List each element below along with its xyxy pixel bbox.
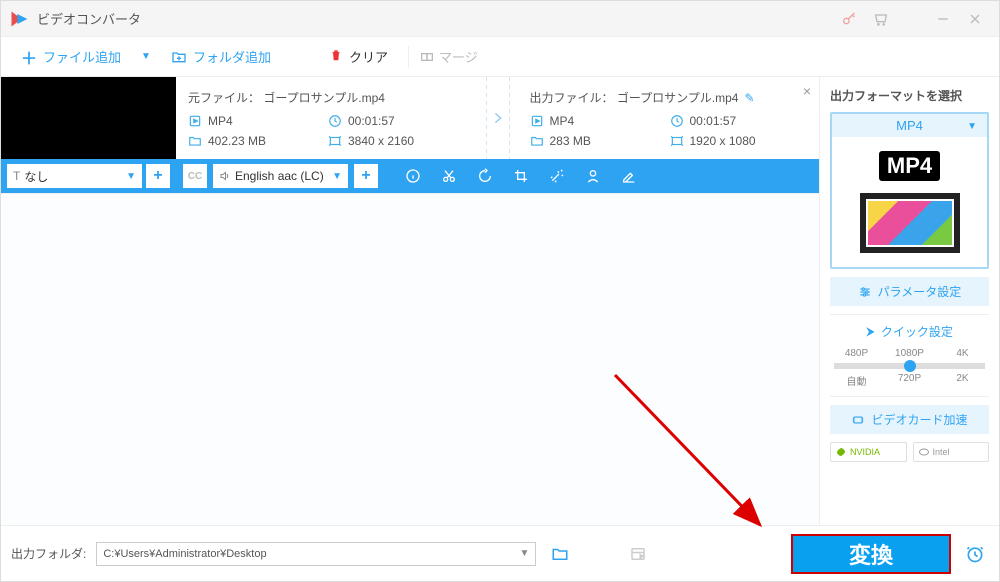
schedule-button[interactable] — [961, 540, 989, 568]
titlebar: ビデオコンバータ — [1, 1, 999, 37]
arrow-divider — [478, 77, 518, 159]
info-icon[interactable] — [398, 161, 428, 191]
add-audio-button[interactable]: + — [354, 164, 378, 188]
gpu-accel-button[interactable]: ビデオカード加速 — [830, 405, 989, 434]
add-file-button[interactable]: ＋ ファイル追加 — [11, 41, 131, 73]
close-button[interactable] — [959, 3, 991, 35]
resolution-slider[interactable]: 480P 1080P 4K 自動 720P 2K — [830, 348, 989, 388]
format-selector[interactable]: MP4▼ MP4 — [830, 112, 989, 269]
add-subtitle-button[interactable]: + — [146, 164, 170, 188]
separator — [408, 46, 409, 68]
file-list: 元ファイル： ゴープロサンプル.mp4 MP4 00:01:57 402.23 … — [1, 77, 819, 525]
merge-button: マージ — [419, 47, 478, 66]
format-preview: MP4 — [832, 137, 987, 267]
output-info: × 出力ファイル： ゴープロサンプル.mp4✎ MP4 00:01:57 283… — [518, 77, 820, 159]
intel-chip: Intel — [913, 442, 990, 462]
output-folder-input[interactable]: C:¥Users¥Administrator¥Desktop ▼ — [96, 542, 536, 566]
nvidia-chip: NVIDIA — [830, 442, 907, 462]
parameter-settings-button[interactable]: パラメータ設定 — [830, 277, 989, 306]
clear-button[interactable]: クリア — [319, 43, 398, 70]
main-toolbar: ＋ ファイル追加 ▼ フォルダ追加 クリア マージ — [1, 37, 999, 77]
format-icon — [530, 114, 544, 128]
browse-folder-button[interactable] — [546, 540, 574, 568]
cut-icon[interactable] — [434, 161, 464, 191]
source-info: 元ファイル： ゴープロサンプル.mp4 MP4 00:01:57 402.23 … — [176, 77, 478, 159]
duration-icon — [670, 114, 684, 128]
resolution-icon — [328, 134, 342, 148]
video-thumbnail[interactable] — [1, 77, 176, 159]
add-folder-label: フォルダ追加 — [193, 47, 271, 66]
source-filename: ゴープロサンプル.mp4 — [263, 91, 385, 105]
resolution-icon — [670, 134, 684, 148]
rotate-icon[interactable] — [470, 161, 500, 191]
cc-icon: CC — [183, 164, 207, 188]
merge-label: マージ — [439, 47, 478, 66]
footer: 出力フォルダ: C:¥Users¥Administrator¥Desktop ▼… — [1, 525, 999, 581]
add-folder-button[interactable]: フォルダ追加 — [161, 43, 281, 70]
output-filename: ゴープロサンプル.mp4 — [617, 91, 739, 105]
file-row: 元ファイル： ゴープロサンプル.mp4 MP4 00:01:57 402.23 … — [1, 77, 819, 194]
output-sidebar: 出力フォーマットを選択 MP4▼ MP4 パラメータ設定 ⮞クイック設定 480… — [819, 77, 999, 525]
quick-settings-title: ⮞クイック設定 — [830, 323, 989, 340]
sidebar-title: 出力フォーマットを選択 — [830, 87, 989, 104]
effect-icon[interactable] — [542, 161, 572, 191]
duration-icon — [328, 114, 342, 128]
clear-label: クリア — [349, 47, 388, 66]
task-icon — [624, 540, 652, 568]
minimize-button[interactable] — [927, 3, 959, 35]
subtitle-select[interactable]: Tなし ▼ — [7, 164, 142, 188]
remove-file-button[interactable]: × — [803, 83, 811, 99]
edit-toolbar: Tなし ▼ + CC English aac (LC) ▼ + — [1, 159, 819, 193]
cart-icon[interactable] — [865, 3, 897, 35]
format-dropdown[interactable]: MP4▼ — [832, 114, 987, 137]
size-icon — [530, 134, 544, 148]
format-icon — [188, 114, 202, 128]
size-icon — [188, 134, 202, 148]
add-file-dropdown[interactable]: ▼ — [135, 51, 157, 62]
key-icon[interactable] — [833, 3, 865, 35]
convert-button[interactable]: 変換 — [791, 534, 951, 574]
audio-select[interactable]: English aac (LC) ▼ — [213, 164, 348, 188]
subtitle-edit-icon[interactable] — [614, 161, 644, 191]
app-logo — [9, 9, 29, 29]
app-title: ビデオコンバータ — [37, 9, 833, 28]
watermark-icon[interactable] — [578, 161, 608, 191]
crop-icon[interactable] — [506, 161, 536, 191]
output-folder-label: 出力フォルダ: — [11, 545, 86, 562]
edit-name-button[interactable]: ✎ — [744, 91, 754, 105]
add-file-label: ファイル追加 — [43, 47, 121, 66]
